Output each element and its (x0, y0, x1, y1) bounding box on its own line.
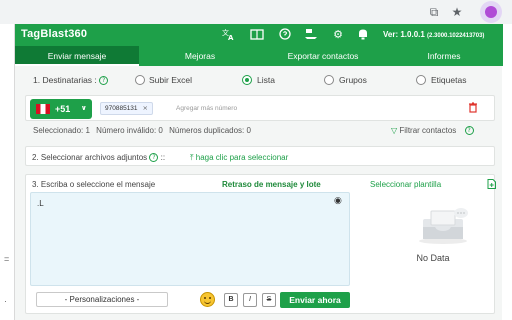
support-icon[interactable] (277, 27, 293, 43)
delivery-icon[interactable] (303, 27, 319, 43)
add-template-icon[interactable] (486, 179, 496, 189)
remove-chip-icon[interactable]: × (143, 104, 148, 112)
svg-text:A: A (228, 34, 234, 41)
bold-button[interactable]: B (224, 293, 238, 307)
filter-contacts-label: Filtrar contactos (399, 126, 457, 135)
duplicate-count: Números duplicados: 0 (169, 126, 251, 135)
invalid-count: Número inválido: 0 (96, 126, 163, 135)
attachments-label-text: 2. Seleccionar archivos adjuntos (32, 153, 148, 162)
message-content: .L (37, 199, 44, 208)
tab-reports[interactable]: Informes (385, 46, 503, 66)
tab-export-contacts[interactable]: Exportar contactos (261, 46, 385, 66)
select-files-label: haga clic para seleccionar (195, 153, 289, 162)
tab-improvements[interactable]: Mejoras (139, 46, 261, 66)
trash-icon[interactable] (467, 102, 479, 114)
phone-number: 970885131 (105, 105, 138, 112)
tab-send-message[interactable]: Enviar mensaje (15, 46, 139, 66)
help-icon[interactable]: ? (464, 126, 474, 136)
extension-popup: TagBlast360 文A ⚙ Ver: 1.0.0.1 (2.3000.10… (14, 24, 503, 320)
phone-number-chip[interactable]: 970885131 × (100, 102, 153, 115)
background-page: = · (0, 24, 14, 320)
attachments-label: 2. Seleccionar archivos adjuntos ? :: (32, 153, 166, 163)
message-section: 3. Escriba o seleccione el mensaje Retra… (25, 174, 496, 314)
cast-icon[interactable]: ⧉ (426, 4, 442, 20)
browser-toolbar: ⧉ ★ (0, 0, 512, 24)
eye-icon[interactable]: ◉ (334, 196, 342, 206)
personalization-select[interactable]: - Personalizaciones - (36, 292, 168, 307)
radio-label-list: Lista (257, 75, 275, 85)
add-number-input[interactable] (176, 102, 266, 115)
send-now-button[interactable]: Enviar ahora (280, 292, 350, 308)
emoji-icon[interactable] (200, 292, 215, 307)
radio-list[interactable] (242, 75, 252, 85)
radio-label-groups: Grupos (339, 75, 367, 85)
peru-flag-icon (36, 104, 50, 114)
filter-contacts-link[interactable]: ▽ Filtrar contactos ? (391, 126, 474, 136)
recipients-row: 1. Destinatarias : ? Subir Excel Lista G… (15, 72, 503, 88)
message-toolbar: - Personalizaciones - B I S Enviar ahora (30, 290, 350, 310)
radio-tags[interactable] (416, 75, 426, 85)
attachments-separator: :: (160, 153, 166, 162)
recipients-label: 1. Destinatarias : ? (33, 75, 109, 86)
recipient-stats: Seleccionado: 1 Número inválido: 0 Númer… (33, 126, 255, 135)
strikethrough-button[interactable]: S (262, 293, 276, 307)
country-code: +51 (55, 104, 71, 114)
app-header: TagBlast360 文A ⚙ Ver: 1.0.0.1 (2.3000.10… (15, 24, 503, 46)
app-title: TagBlast360 (21, 28, 88, 40)
filter-icon: ▽ (391, 126, 398, 135)
translate-icon[interactable]: 文A (221, 27, 237, 43)
radio-label-tags: Etiquetas (431, 75, 467, 85)
select-template-link[interactable]: Seleccionar plantilla (370, 180, 441, 189)
book-icon[interactable] (249, 27, 265, 43)
help-icon[interactable]: ? (149, 153, 159, 163)
radio-groups[interactable] (324, 75, 334, 85)
phone-numbers-box: +51 ∨ 970885131 × (25, 95, 495, 121)
settings-icon[interactable]: ⚙ (330, 27, 346, 43)
country-code-select[interactable]: +51 ∨ (30, 99, 92, 119)
radio-upload-excel[interactable] (135, 75, 145, 85)
version-label: Ver: 1.0.0.1 (2.3000.1022413703) (383, 30, 484, 39)
message-textarea[interactable]: .L ◉ (30, 192, 350, 286)
select-files-link[interactable]: ⤒ haga clic para seleccionar (190, 153, 288, 163)
message-delay-link[interactable]: Retraso de mensaje y lote (222, 180, 321, 189)
recipients-label-text: 1. Destinatarias : (33, 75, 97, 85)
upload-icon: ⤒ (190, 153, 194, 162)
build-number: (2.3000.1022413703) (427, 33, 485, 39)
help-icon[interactable]: ? (99, 76, 109, 86)
main-tabs: Enviar mensaje Mejoras Exportar contacto… (15, 46, 503, 66)
page-fragment-mark: · (4, 296, 7, 306)
extension-icon[interactable] (480, 1, 502, 23)
star-icon[interactable]: ★ (449, 4, 465, 20)
empty-inbox-icon (419, 208, 468, 244)
selected-count: Seleccionado: 1 (33, 126, 90, 135)
radio-label-upload-excel: Subir Excel (149, 75, 192, 85)
bell-icon[interactable] (355, 27, 371, 43)
version-number: Ver: 1.0.0.1 (383, 30, 425, 39)
italic-button[interactable]: I (243, 293, 257, 307)
no-data-label: No Data (416, 253, 450, 263)
message-label: 3. Escriba o seleccione el mensaje (32, 180, 156, 189)
page-fragment-mark: = (4, 254, 10, 264)
attachments-row: 2. Seleccionar archivos adjuntos ? :: ⤒ … (25, 146, 495, 166)
chevron-down-icon: ∨ (81, 104, 87, 112)
